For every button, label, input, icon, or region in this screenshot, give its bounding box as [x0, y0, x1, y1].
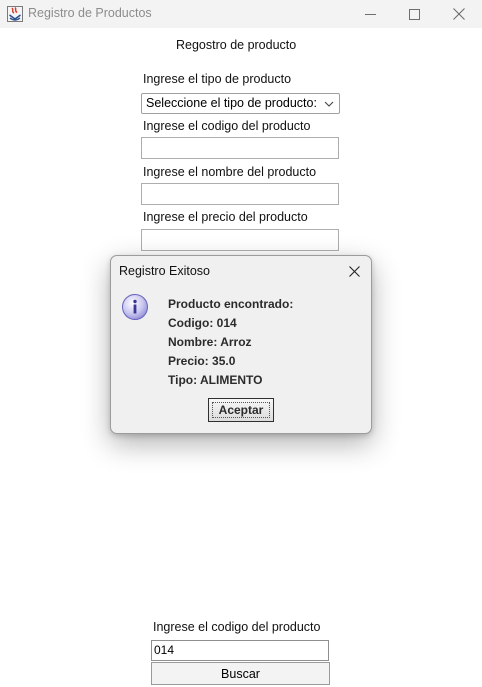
java-app-icon: [7, 6, 23, 22]
title-bar: Registro de Productos: [0, 0, 482, 28]
window-title: Registro de Productos: [28, 6, 152, 20]
search-code-input[interactable]: 014: [151, 640, 329, 661]
dialog-message-line: Precio: 35.0: [168, 354, 236, 368]
close-icon: [453, 8, 465, 20]
registro-exitoso-dialog: Registro Exitoso Producto encontrado: Co…: [110, 255, 372, 434]
close-icon: [348, 262, 360, 281]
price-label: Ingrese el precio del producto: [143, 210, 308, 224]
info-icon: [121, 293, 149, 321]
product-type-select[interactable]: Seleccione el tipo de producto:: [141, 93, 340, 114]
type-label: Ingrese el tipo de producto: [143, 72, 292, 86]
code-input[interactable]: [141, 137, 339, 159]
dialog-title: Registro Exitoso: [119, 264, 211, 278]
aceptar-button[interactable]: Aceptar: [208, 398, 274, 422]
buscar-button[interactable]: Buscar: [151, 662, 330, 685]
dialog-close-button[interactable]: [343, 260, 365, 282]
dialog-message-line: Codigo: 014: [168, 316, 237, 330]
price-input[interactable]: [141, 229, 339, 251]
close-window-button[interactable]: [436, 0, 482, 28]
minimize-button[interactable]: [347, 0, 393, 28]
name-input[interactable]: [141, 183, 339, 205]
maximize-icon: [408, 8, 420, 20]
dialog-message-line: Nombre: Arroz: [168, 335, 252, 349]
minimize-icon: [364, 9, 376, 20]
name-label: Ingrese el nombre del producto: [143, 165, 317, 179]
chevron-down-icon: [323, 95, 335, 119]
form-heading: Regostro de producto: [176, 38, 297, 52]
dialog-message-line: Tipo: ALIMENTO: [168, 373, 263, 387]
search-code-label: Ingrese el codigo del producto: [153, 620, 321, 634]
dialog-message-line: Producto encontrado:: [168, 297, 294, 311]
maximize-button[interactable]: [391, 0, 437, 28]
product-type-select-value: Seleccione el tipo de producto:: [146, 96, 317, 110]
code-label: Ingrese el codigo del producto: [143, 119, 311, 133]
